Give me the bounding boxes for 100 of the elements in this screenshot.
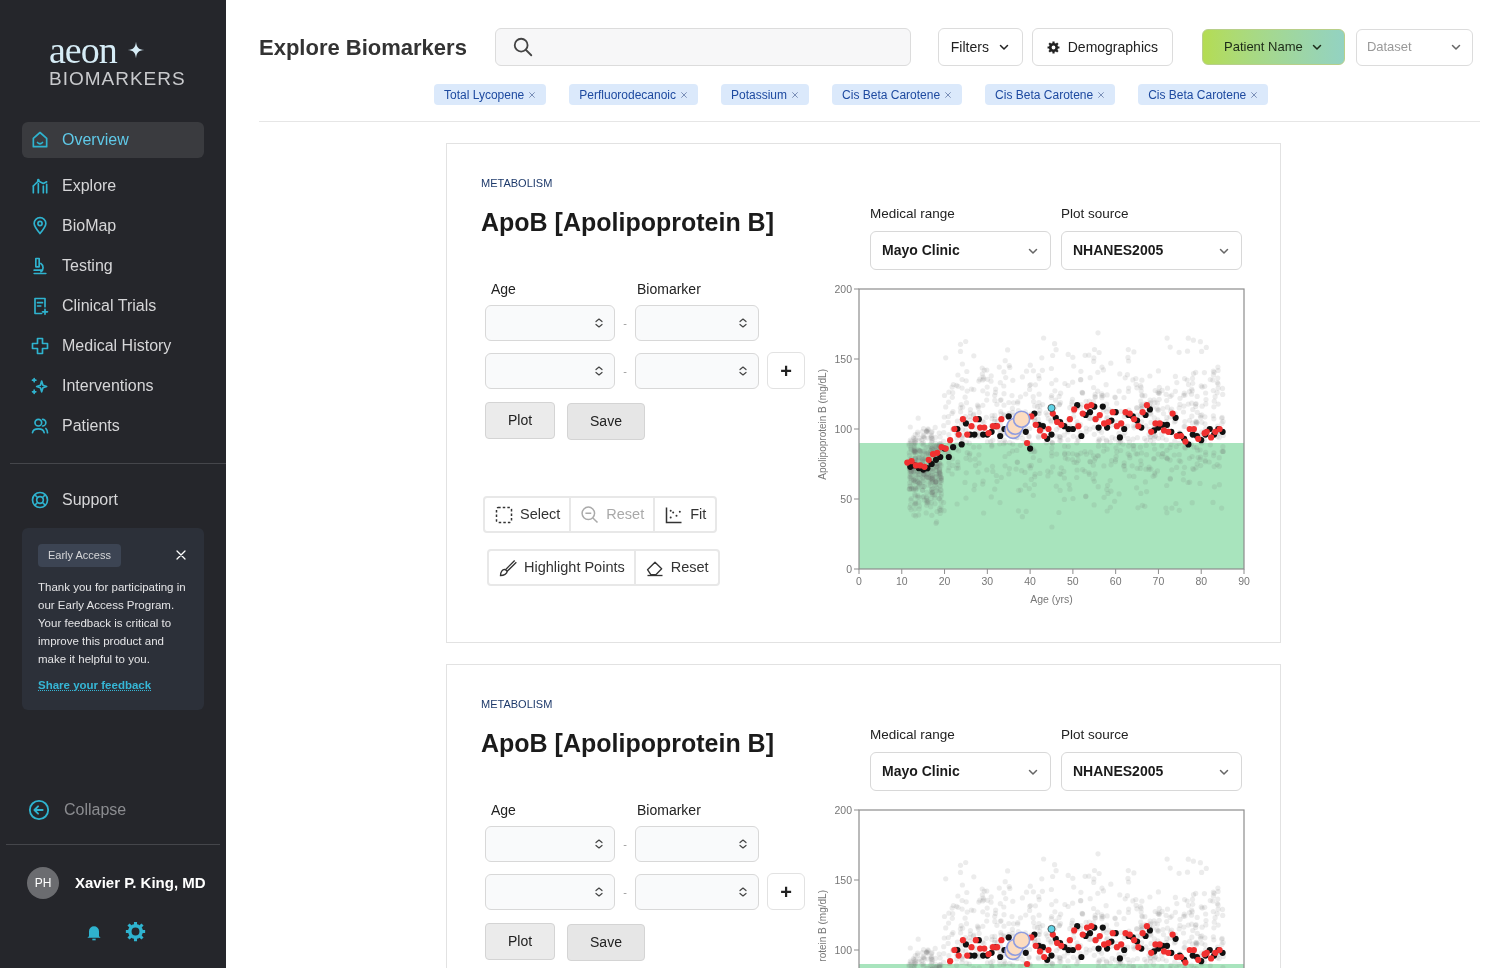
close-icon bbox=[175, 549, 187, 562]
filter-chip[interactable]: Potassium bbox=[721, 84, 810, 105]
save-button[interactable]: Save bbox=[567, 403, 645, 441]
range-separator: - bbox=[622, 316, 628, 331]
field-label: Plot source bbox=[1061, 205, 1129, 223]
tool-button[interactable]: Reset bbox=[633, 551, 718, 585]
data-point bbox=[1172, 935, 1179, 943]
nav-item[interactable]: Explore bbox=[22, 166, 204, 206]
data-point bbox=[1045, 426, 1052, 433]
tick-label: 0 bbox=[846, 562, 852, 575]
select-field[interactable]: Mayo Clinic bbox=[870, 231, 1051, 271]
nav-item[interactable]: Medical History bbox=[22, 326, 204, 366]
nav-item[interactable]: Interventions bbox=[22, 366, 204, 406]
logo-wordmark: aeon bbox=[49, 32, 117, 68]
nav-item[interactable]: Support bbox=[22, 480, 204, 520]
x-tick bbox=[1029, 568, 1031, 575]
field-label: Medical range bbox=[870, 205, 955, 223]
x-tick bbox=[1157, 568, 1159, 575]
tick-label: 0 bbox=[856, 575, 862, 588]
tick-label: 70 bbox=[1152, 575, 1165, 588]
filter-chip[interactable]: Cis Beta Carotene bbox=[985, 84, 1116, 105]
field-label: Biomarker bbox=[637, 280, 701, 300]
house-icon bbox=[30, 130, 50, 150]
search-icon bbox=[511, 36, 534, 58]
x-tick bbox=[1072, 568, 1074, 575]
select-field[interactable]: NHANES2005 bbox=[1061, 231, 1242, 271]
nav-label: BioMap bbox=[62, 216, 117, 236]
range-separator: - bbox=[622, 884, 628, 900]
add-button[interactable]: + bbox=[767, 352, 805, 390]
data-point bbox=[1024, 961, 1031, 968]
feedback-link[interactable]: Share your feedback bbox=[38, 676, 188, 694]
close-icon bbox=[1097, 90, 1106, 99]
close-icon bbox=[1250, 90, 1259, 99]
y-tick bbox=[853, 809, 860, 811]
nav-label: Medical History bbox=[62, 336, 172, 356]
settings-button[interactable] bbox=[125, 921, 146, 942]
data-point bbox=[1172, 414, 1179, 422]
nav-item[interactable]: Clinical Trials bbox=[22, 286, 204, 326]
tick-label: 100 bbox=[834, 422, 852, 435]
x-tick bbox=[1200, 568, 1202, 575]
tick-label: 40 bbox=[1024, 575, 1036, 588]
x-tick bbox=[858, 568, 860, 575]
nav-item[interactable]: Overview bbox=[22, 122, 204, 158]
number-field[interactable] bbox=[485, 826, 615, 863]
arrow-left-circle-icon bbox=[28, 799, 50, 821]
filter-chip[interactable]: Total Lycopene bbox=[434, 84, 547, 105]
data-point bbox=[1047, 925, 1056, 934]
card-title: ApoB [Apolipoprotein B] bbox=[481, 206, 774, 238]
tick-label: 10 bbox=[895, 575, 908, 588]
page-title: Explore Biomarkers bbox=[259, 33, 467, 62]
tick-label: 200 bbox=[834, 282, 852, 295]
tool-button[interactable]: Fit bbox=[653, 498, 716, 532]
nav-item[interactable]: Patients bbox=[22, 406, 204, 446]
number-field[interactable] bbox=[635, 826, 759, 863]
patient-name-dropdown[interactable]: Patient Name bbox=[1201, 29, 1345, 65]
x-tick bbox=[1115, 568, 1117, 575]
number-field[interactable] bbox=[485, 305, 615, 342]
field-label: Plot source bbox=[1061, 726, 1129, 744]
search-field[interactable] bbox=[494, 28, 911, 66]
data-point bbox=[1078, 954, 1085, 961]
nav-item[interactable]: BioMap bbox=[22, 206, 204, 246]
tool-button[interactable]: Select bbox=[485, 498, 570, 532]
nav-label: Interventions bbox=[62, 376, 154, 396]
chip-label: Cis Beta Carotene bbox=[1148, 86, 1247, 104]
filter-chip[interactable]: Perfluorodecanoic bbox=[569, 84, 698, 105]
field-label: Age bbox=[491, 801, 517, 821]
number-field[interactable] bbox=[635, 352, 759, 389]
tick-label: 200 bbox=[834, 803, 852, 816]
number-field[interactable] bbox=[485, 352, 615, 389]
y-tick bbox=[853, 568, 860, 570]
select-field[interactable]: NHANES2005 bbox=[1061, 752, 1242, 792]
select-field[interactable]: Mayo Clinic bbox=[870, 752, 1051, 792]
tick-label: 150 bbox=[834, 873, 852, 886]
axis-title: Apolipoprotein B (mg/dL) bbox=[817, 369, 828, 480]
filters-button[interactable]: Filters bbox=[937, 28, 1023, 66]
add-button[interactable]: + bbox=[767, 873, 805, 911]
tick-label: 100 bbox=[834, 943, 852, 956]
collapse-button[interactable]: Collapse bbox=[28, 798, 198, 822]
plot-button[interactable]: Plot bbox=[485, 402, 555, 440]
point bbox=[981, 945, 988, 952]
logo-subtitle: BIOMARKERS bbox=[49, 68, 186, 90]
close-icon bbox=[791, 90, 800, 99]
range-separator: - bbox=[622, 363, 628, 379]
x-tick bbox=[1243, 568, 1245, 575]
filter-chip[interactable]: Cis Beta Carotene bbox=[832, 84, 963, 105]
number-field[interactable] bbox=[485, 873, 615, 910]
tool-button[interactable]: Highlight Points bbox=[489, 551, 634, 585]
nav-item[interactable]: Testing bbox=[22, 246, 204, 286]
nav-label: Overview bbox=[62, 130, 129, 150]
data-point bbox=[1045, 947, 1052, 954]
x-tick bbox=[986, 568, 988, 575]
number-field[interactable] bbox=[635, 873, 759, 910]
y-tick bbox=[853, 358, 860, 360]
demographics-button[interactable]: Demographics bbox=[1031, 28, 1173, 66]
number-field[interactable] bbox=[635, 305, 759, 342]
save-button[interactable]: Save bbox=[567, 924, 645, 962]
early-access-badge: Early Access bbox=[38, 544, 121, 567]
field-label: Biomarker bbox=[637, 801, 701, 821]
plot-button[interactable]: Plot bbox=[485, 923, 555, 961]
filter-chip[interactable]: Cis Beta Carotene bbox=[1138, 84, 1269, 105]
